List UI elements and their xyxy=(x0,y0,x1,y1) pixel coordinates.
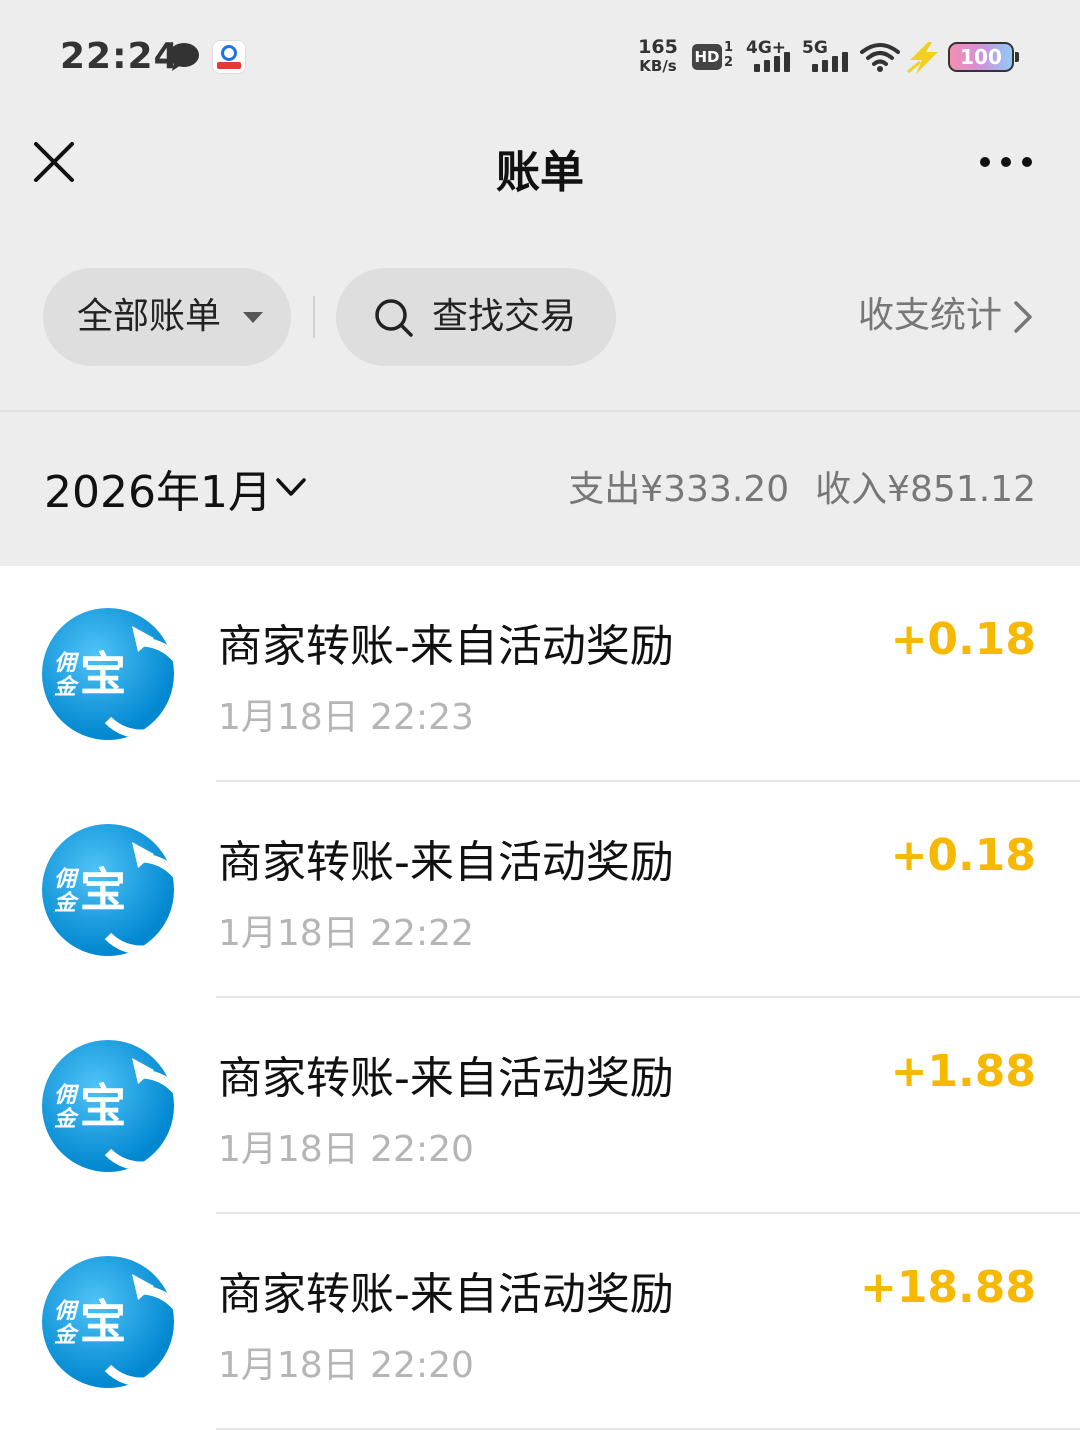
search-icon xyxy=(375,299,413,337)
filter-divider xyxy=(313,296,315,338)
svg-text:佣: 佣 xyxy=(54,1299,80,1324)
chevron-right-icon[interactable] xyxy=(1012,300,1034,334)
transaction-row[interactable]: 宝 佣 金 商家转账-来自活动奖励 1月18日 22:20 +1.88 xyxy=(0,998,1080,1214)
month-selector[interactable]: 2026年1月 xyxy=(44,456,272,520)
transaction-list: 宝 佣 金 商家转账-来自活动奖励 1月18日 22:23 +0.18 宝 佣 … xyxy=(0,566,1080,1431)
transaction-amount: +18.88 xyxy=(859,1262,1036,1313)
income-expense-stats-link[interactable]: 收支统计 xyxy=(858,290,1002,342)
merchant-avatar-icon: 宝 佣 金 xyxy=(42,608,174,740)
chat-bubble-icon xyxy=(169,43,199,71)
search-label: 查找交易 xyxy=(432,296,577,337)
transaction-amount: +0.18 xyxy=(890,830,1036,881)
row-divider xyxy=(216,1428,1080,1430)
hd-icon: HD xyxy=(692,44,722,70)
page-title: 账单 xyxy=(496,147,584,198)
svg-text:金: 金 xyxy=(54,1322,80,1348)
transaction-amount: +0.18 xyxy=(890,614,1036,665)
expense-total: 支出¥333.20 xyxy=(568,469,790,510)
transaction-amount: +1.88 xyxy=(890,1046,1036,1097)
status-time: 22:24 xyxy=(60,36,180,77)
transaction-title: 商家转账-来自活动奖励 xyxy=(218,621,674,672)
wifi-icon xyxy=(860,43,900,72)
transaction-row[interactable]: 宝 佣 金 商家转账-来自活动奖励 1月18日 22:20 +18.88 xyxy=(0,1214,1080,1430)
network-speed: 165 KB/s xyxy=(638,36,678,75)
transaction-time: 1月18日 22:20 xyxy=(218,1345,474,1386)
merchant-avatar-icon: 宝 佣 金 xyxy=(42,824,174,956)
svg-text:金: 金 xyxy=(54,1106,80,1132)
merchant-avatar-icon: 宝 佣 金 xyxy=(42,1040,174,1172)
all-bills-label: 全部账单 xyxy=(77,296,222,337)
svg-text:佣: 佣 xyxy=(54,1083,80,1108)
battery-icon: 100 xyxy=(948,42,1019,72)
transaction-title: 商家转账-来自活动奖励 xyxy=(218,1269,674,1320)
signal-5g-icon: 5G xyxy=(802,40,852,74)
transaction-title: 商家转账-来自活动奖励 xyxy=(218,837,674,888)
transaction-time: 1月18日 22:23 xyxy=(218,697,474,738)
transaction-time: 1月18日 22:20 xyxy=(218,1129,474,1170)
charging-bolt-icon xyxy=(907,42,938,74)
svg-text:金: 金 xyxy=(54,674,80,700)
merchant-avatar-icon: 宝 佣 金 xyxy=(42,1256,174,1388)
month-summary: 支出¥333.20 收入¥851.12 xyxy=(568,460,1036,512)
status-bar: 22:24 165 KB/s HD 1 2 4G+ 5G 100 xyxy=(0,0,1080,110)
svg-text:宝: 宝 xyxy=(80,863,126,917)
telecom-app-icon xyxy=(212,40,246,74)
income-total: 收入¥851.12 xyxy=(815,469,1036,510)
search-transactions-button[interactable]: 查找交易 xyxy=(336,268,616,366)
more-icon[interactable] xyxy=(978,148,1034,176)
section-divider xyxy=(0,410,1080,412)
svg-text:宝: 宝 xyxy=(80,647,126,701)
transaction-time: 1月18日 22:22 xyxy=(218,913,474,954)
svg-text:佣: 佣 xyxy=(54,651,80,676)
caret-down-icon xyxy=(243,312,263,323)
chevron-down-icon[interactable] xyxy=(274,472,308,502)
svg-text:宝: 宝 xyxy=(80,1295,126,1349)
bill-page: 22:24 165 KB/s HD 1 2 4G+ 5G 100 账单 全部账单… xyxy=(0,0,1080,1431)
transaction-row[interactable]: 宝 佣 金 商家转账-来自活动奖励 1月18日 22:23 +0.18 xyxy=(0,566,1080,782)
signal-4g-icon: 4G+ xyxy=(746,40,796,74)
transaction-title: 商家转账-来自活动奖励 xyxy=(218,1053,674,1104)
svg-text:宝: 宝 xyxy=(80,1079,126,1133)
svg-text:佣: 佣 xyxy=(54,867,80,892)
hd-sim-index: 1 2 xyxy=(724,40,734,70)
transaction-row[interactable]: 宝 佣 金 商家转账-来自活动奖励 1月18日 22:22 +0.18 xyxy=(0,782,1080,998)
all-bills-filter-button[interactable]: 全部账单 xyxy=(43,268,291,366)
svg-text:金: 金 xyxy=(54,890,80,916)
